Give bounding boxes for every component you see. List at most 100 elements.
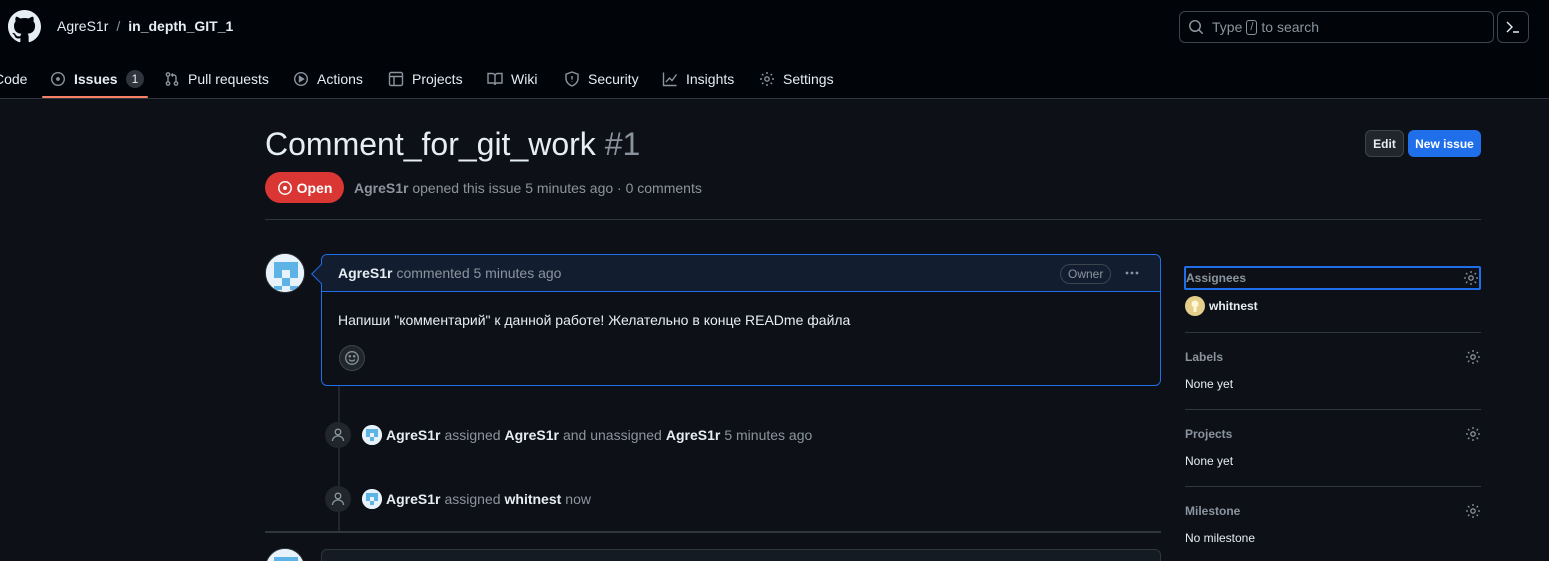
- tab-code[interactable]: Code: [0, 58, 27, 99]
- person-icon: [331, 428, 345, 442]
- gear-icon[interactable]: [1463, 270, 1479, 286]
- projects-header[interactable]: Projects: [1185, 422, 1481, 446]
- new-issue-button[interactable]: New issue: [1408, 130, 1481, 157]
- issue-state-badge: Open: [265, 172, 344, 203]
- person-icon: [331, 492, 345, 506]
- labels-header[interactable]: Labels: [1185, 345, 1481, 369]
- tab-actions[interactable]: Actions: [293, 58, 363, 99]
- gear-icon[interactable]: [1465, 349, 1481, 365]
- book-icon: [487, 72, 503, 85]
- issue-opened-icon: [50, 71, 66, 86]
- event-verb: assigned: [444, 491, 501, 507]
- issue-title: Comment_for_git_work #1: [265, 126, 640, 163]
- identicon-avatar-icon: [362, 425, 382, 445]
- avatar[interactable]: [362, 425, 382, 445]
- gear-icon[interactable]: [1465, 426, 1481, 442]
- projects-value: None yet: [1185, 454, 1234, 468]
- breadcrumb-owner[interactable]: AgreS1r: [57, 18, 108, 34]
- search-shortcut-key: /: [1246, 19, 1258, 35]
- event-badge: [325, 486, 351, 512]
- pull-request-icon: [165, 71, 179, 86]
- milestone-value: No milestone: [1185, 531, 1256, 545]
- tab-wiki[interactable]: Wiki: [487, 58, 537, 99]
- comment-options-button[interactable]: [1122, 263, 1142, 283]
- milestone-header[interactable]: Milestone: [1185, 499, 1481, 523]
- sidebar-divider: [1185, 486, 1481, 487]
- comment-caret: [311, 264, 331, 284]
- issue-comment: AgreS1r commented 5 minutes ago Owner На…: [311, 254, 1161, 386]
- avatar: [1185, 296, 1205, 316]
- projects-label: Projects: [1185, 427, 1233, 441]
- tab-security[interactable]: Security: [564, 58, 639, 99]
- shield-icon: [565, 70, 579, 87]
- issue-number: #1: [604, 126, 641, 162]
- event-verb: assigned: [444, 427, 501, 443]
- tab-settings[interactable]: Settings: [759, 58, 834, 99]
- tab-settings-label: Settings: [783, 70, 834, 87]
- search-icon: [1189, 20, 1203, 34]
- identicon-avatar-icon: [266, 254, 304, 292]
- timeline-event: AgreS1r assigned whitnest now: [325, 485, 591, 513]
- terminal-icon: [1506, 21, 1519, 33]
- smiley-icon: [345, 351, 359, 365]
- owner-badge: Owner: [1060, 264, 1112, 284]
- event-target-link[interactable]: AgreS1r: [505, 427, 559, 443]
- labels-label: Labels: [1185, 350, 1224, 364]
- tab-security-label: Security: [588, 70, 639, 87]
- command-palette-button[interactable]: [1497, 11, 1529, 43]
- assignee-item[interactable]: whitnest: [1185, 296, 1258, 316]
- active-tab-underline: [42, 96, 148, 98]
- avatar[interactable]: [265, 548, 305, 561]
- breadcrumb-separator: /: [116, 18, 121, 34]
- issue-meta: AgreS1r opened this issue 5 minutes ago …: [354, 180, 702, 196]
- comment-timestamp[interactable]: commented 5 minutes ago: [396, 265, 561, 281]
- issue-title-text: Comment_for_git_work: [265, 126, 596, 162]
- graph-icon: [662, 72, 678, 86]
- tab-issues[interactable]: Issues 1: [50, 58, 145, 99]
- tab-insights[interactable]: Insights: [662, 58, 734, 99]
- tab-wiki-label: Wiki: [511, 70, 538, 87]
- tab-pull-requests[interactable]: Pull requests: [164, 58, 269, 99]
- edit-button[interactable]: Edit: [1365, 130, 1404, 157]
- avatar[interactable]: [265, 253, 305, 293]
- tab-insights-label: Insights: [686, 70, 735, 87]
- issue-meta-text: opened this issue 5 minutes ago · 0 comm…: [412, 180, 702, 196]
- tab-code-label: Code: [0, 70, 28, 87]
- search-input[interactable]: Type / to search: [1179, 11, 1494, 43]
- new-comment-box[interactable]: [321, 549, 1161, 561]
- issue-state-label: Open: [296, 179, 333, 196]
- event-actor-link[interactable]: AgreS1r: [386, 427, 440, 443]
- issue-author-link[interactable]: AgreS1r: [354, 180, 408, 196]
- identicon-avatar-icon: [266, 549, 304, 561]
- tab-projects[interactable]: Projects: [388, 58, 463, 99]
- breadcrumb-repo[interactable]: in_depth_GIT_1: [128, 18, 233, 34]
- gear-icon[interactable]: [1465, 503, 1481, 519]
- timeline-event: AgreS1r assigned AgreS1r and unassigned …: [325, 421, 812, 449]
- tab-projects-label: Projects: [412, 70, 463, 87]
- table-icon: [388, 71, 404, 86]
- header-divider: [265, 219, 1481, 220]
- assignee-name: whitnest: [1209, 299, 1258, 313]
- avatar[interactable]: [362, 489, 382, 509]
- top-bar: AgreS1r / in_depth_GIT_1 Type / to searc…: [0, 0, 1549, 99]
- search-placeholder-suffix: to search: [1261, 19, 1320, 35]
- tab-pull-requests-label: Pull requests: [188, 70, 269, 87]
- labels-value: None yet: [1185, 377, 1234, 391]
- add-reaction-button[interactable]: [339, 345, 365, 371]
- comment-header: AgreS1r commented 5 minutes ago Owner: [311, 255, 1160, 292]
- event-timestamp[interactable]: 5 minutes ago: [724, 427, 812, 443]
- tab-issues-label: Issues: [74, 70, 118, 87]
- comment-author-link[interactable]: AgreS1r: [338, 265, 392, 281]
- event-timestamp[interactable]: now: [565, 491, 591, 507]
- gear-icon: [760, 71, 774, 86]
- assignees-header[interactable]: Assignees: [1184, 266, 1481, 290]
- event-target-link[interactable]: whitnest: [505, 491, 562, 507]
- sidebar-divider: [1185, 332, 1481, 333]
- issue-opened-icon: [277, 180, 292, 195]
- github-logo-icon[interactable]: [8, 10, 41, 43]
- event-target-link[interactable]: AgreS1r: [666, 427, 720, 443]
- event-actor-link[interactable]: AgreS1r: [386, 491, 440, 507]
- search-placeholder-prefix: Type: [1212, 19, 1243, 35]
- comment-body: Напиши "комментарий" к данной работе! Же…: [338, 312, 851, 328]
- kebab-icon: [1125, 271, 1139, 275]
